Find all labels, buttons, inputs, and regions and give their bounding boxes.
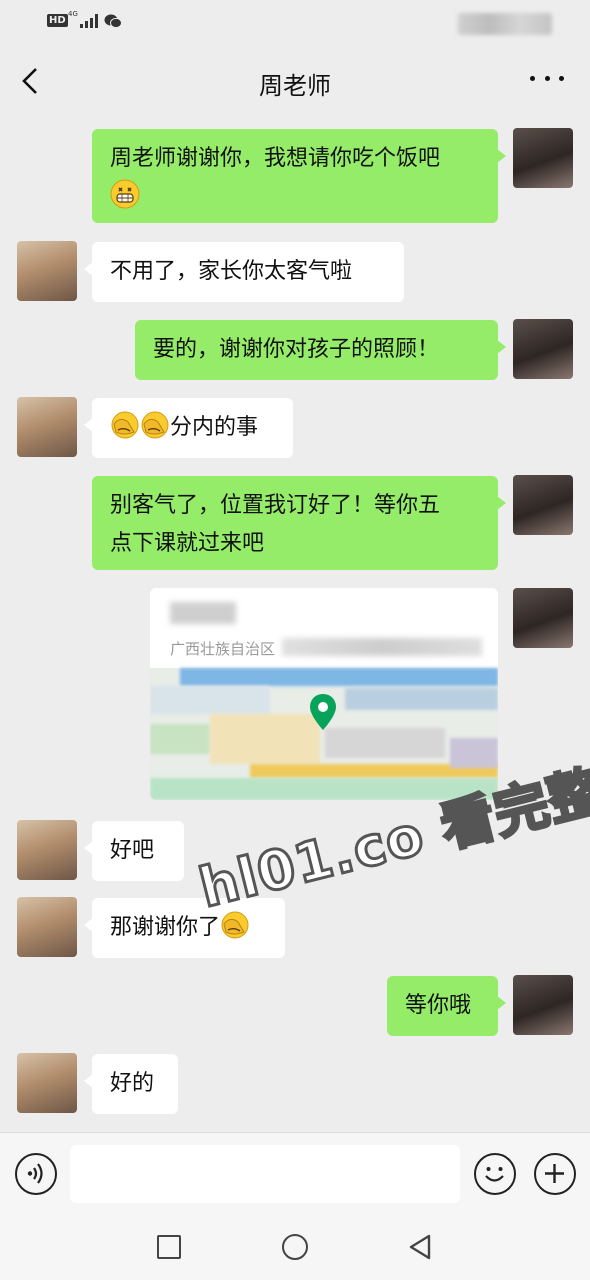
message-bubble-incoming[interactable]: 不用了，家长你太客气啦 [84,242,404,302]
message-text: 好的 [110,1071,155,1096]
avatar-self[interactable] [513,128,573,188]
status-bar: HD 4G [0,0,590,44]
map-pin-icon [310,694,336,730]
chat-header: 周老师 [0,44,590,116]
location-address-blurred [282,638,482,656]
input-bar [0,1132,590,1216]
message-bubble-outgoing[interactable]: 等你哦 [387,976,506,1036]
more-options-icon[interactable] [530,76,564,84]
message-text-line2: 点下课就过来吧 [110,531,265,556]
home-circle-icon[interactable] [282,1234,308,1260]
message-text-line1: 别客气了，位置我订好了！等你五 [110,493,441,518]
message-bubble-outgoing[interactable]: 别客气了，位置我订好了！等你五 点下课就过来吧 [92,476,506,570]
more-functions-plus-icon[interactable] [534,1153,576,1195]
emoji-picker-icon[interactable] [474,1153,516,1195]
avatar-self[interactable] [513,975,573,1035]
message-text: 分内的事 [170,415,259,440]
message-text: 要的，谢谢你对孩子的照顾！ [153,337,440,362]
message-text: 不用了，家长你太客气啦 [110,259,353,284]
location-address: 广西壮族自治区 [170,640,276,658]
grinning-face-icon [110,179,140,209]
location-map [150,668,498,800]
voice-input-icon[interactable] [15,1153,57,1195]
signal-icon [80,14,98,28]
avatar-teacher[interactable] [17,1053,77,1113]
avatar-self[interactable] [513,475,573,535]
hd-indicator: HD [47,14,68,27]
message-bubble-outgoing[interactable]: 要的，谢谢你对孩子的照顾！ [135,320,506,380]
avatar-self[interactable] [513,588,573,648]
message-text: 周老师谢谢你，我想请你吃个饭吧 [110,146,441,171]
facepalm-face-icon [141,411,169,439]
network-type: 4G [68,10,78,18]
blurred-status-info [458,13,552,35]
message-bubble-incoming[interactable]: 分内的事 [84,398,293,458]
facepalm-face-icon [111,411,139,439]
location-name-blurred [170,602,236,624]
avatar-teacher[interactable] [17,820,77,880]
chat-title: 周老师 [259,72,331,100]
avatar-teacher[interactable] [17,897,77,957]
system-nav-bar [0,1216,590,1280]
message-text: 好吧 [110,838,155,863]
wechat-notification-icon [104,14,122,29]
message-text: 等你哦 [405,993,472,1018]
message-bubble-incoming[interactable]: 好的 [84,1054,178,1114]
message-text: 那谢谢你了 [110,915,221,940]
avatar-self[interactable] [513,319,573,379]
location-card[interactable]: 广西壮族自治区 [150,588,498,800]
recent-apps-square-icon[interactable] [157,1235,181,1259]
back-triangle-icon[interactable] [407,1233,433,1261]
avatar-teacher[interactable] [17,241,77,301]
message-input[interactable] [70,1145,460,1203]
message-bubble-incoming[interactable]: 好吧 [84,821,184,881]
avatar-teacher[interactable] [17,397,77,457]
message-bubble-outgoing[interactable]: 周老师谢谢你，我想请你吃个饭吧 [92,129,506,223]
